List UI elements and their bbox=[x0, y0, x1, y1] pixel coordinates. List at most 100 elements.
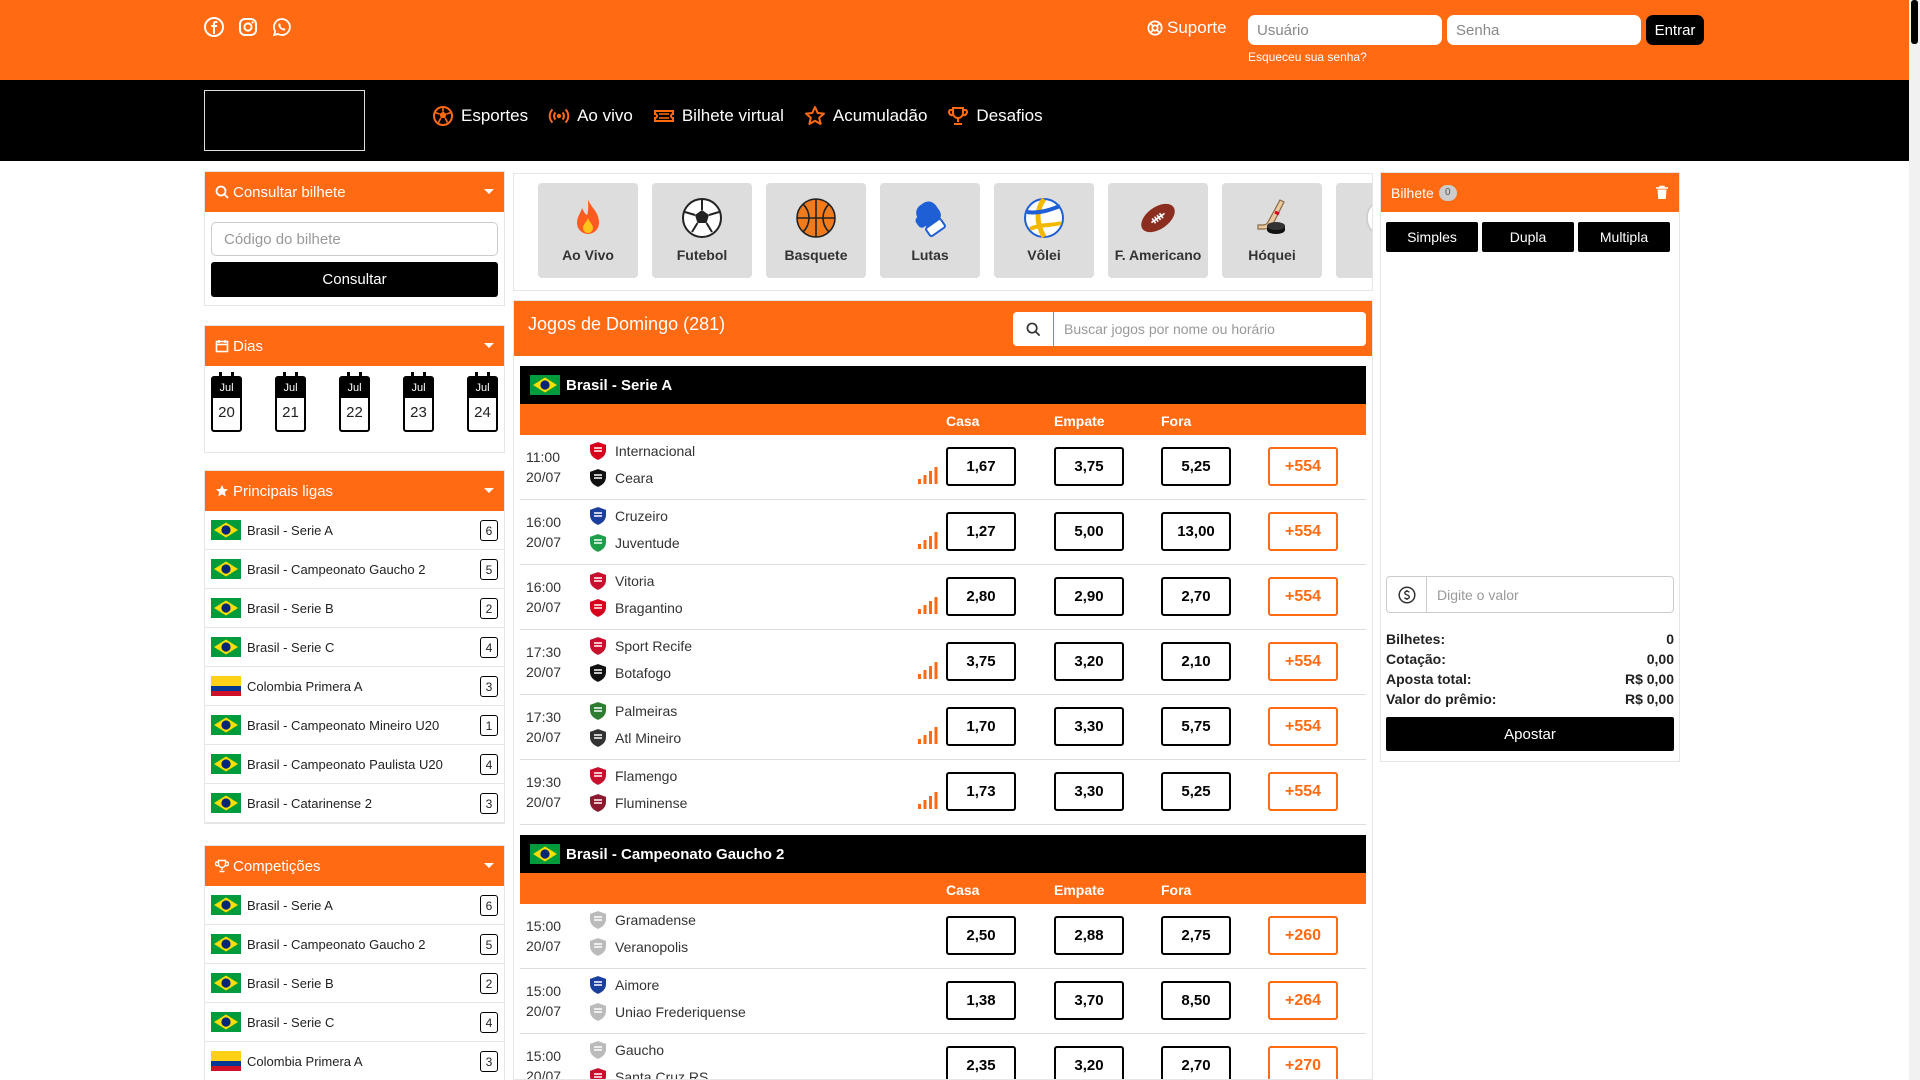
more-markets-button[interactable]: +554 bbox=[1268, 707, 1338, 746]
sport-card-be[interactable]: Be bbox=[1336, 183, 1372, 278]
league-list-item[interactable]: Brasil - Serie C 4 bbox=[205, 628, 504, 667]
nav-item-bilhete-virtual[interactable]: Bilhete virtual bbox=[653, 105, 784, 127]
place-bet-button[interactable]: Apostar bbox=[1386, 717, 1674, 751]
ticket-code-input[interactable]: Código do bilhete bbox=[211, 222, 498, 256]
bet-value-placeholder: Digite o valor bbox=[1437, 586, 1519, 603]
league-list-item[interactable]: Brasil - Serie C 4 bbox=[205, 1003, 504, 1042]
odd-home-button[interactable]: 2,80 bbox=[946, 577, 1016, 616]
support-link[interactable]: Suporte bbox=[1147, 18, 1227, 38]
scrollbar-thumb[interactable] bbox=[1911, 0, 1918, 44]
nav-item-ao-vivo[interactable]: Ao vivo bbox=[548, 105, 633, 127]
odd-away-button[interactable]: 2,70 bbox=[1161, 577, 1231, 616]
sport-card-futebol[interactable]: Futebol bbox=[652, 183, 752, 278]
competitions-header[interactable]: Competições bbox=[205, 846, 504, 886]
day-item[interactable]: Jul 23 bbox=[403, 372, 434, 432]
search-button[interactable] bbox=[1013, 312, 1053, 346]
odd-away-button[interactable]: 5,25 bbox=[1161, 772, 1231, 811]
league-list-item[interactable]: Brasil - Campeonato Mineiro U20 1 bbox=[205, 706, 504, 745]
more-markets-button[interactable]: +270 bbox=[1268, 1046, 1338, 1079]
odd-draw-button[interactable]: 2,90 bbox=[1054, 577, 1124, 616]
odd-home-button[interactable]: 1,73 bbox=[946, 772, 1016, 811]
odd-home-button[interactable]: 3,75 bbox=[946, 642, 1016, 681]
odd-draw-button[interactable]: 3,20 bbox=[1054, 642, 1124, 681]
sport-card-v-lei[interactable]: Vôlei bbox=[994, 183, 1094, 278]
odd-draw-button[interactable]: 3,30 bbox=[1054, 707, 1124, 746]
league-list-item[interactable]: Brasil - Serie B 2 bbox=[205, 589, 504, 628]
page-scrollbar[interactable] bbox=[1909, 0, 1920, 1080]
facebook-icon[interactable] bbox=[204, 17, 224, 37]
forgot-password-link[interactable]: Esqueceu sua senha? bbox=[1248, 50, 1367, 64]
sport-card-h-quei[interactable]: Hóquei bbox=[1222, 183, 1322, 278]
league-list-item[interactable]: Brasil - Serie B 2 bbox=[205, 964, 504, 1003]
odd-home-button[interactable]: 1,38 bbox=[946, 981, 1016, 1020]
odd-home-button[interactable]: 2,50 bbox=[946, 916, 1016, 955]
consult-button[interactable]: Consultar bbox=[211, 262, 498, 297]
more-markets-button[interactable]: +554 bbox=[1268, 642, 1338, 681]
instagram-icon[interactable] bbox=[238, 17, 258, 37]
team-name: Cruzeiro bbox=[615, 508, 668, 524]
odd-away-button[interactable]: 13,00 bbox=[1161, 512, 1231, 551]
odd-draw-button[interactable]: 2,88 bbox=[1054, 916, 1124, 955]
odd-home-button[interactable]: 1,67 bbox=[946, 447, 1016, 486]
sport-card-basquete[interactable]: Basquete bbox=[766, 183, 866, 278]
nav-item-acumuladao[interactable]: Acumuladão bbox=[804, 105, 927, 127]
odd-home-button[interactable]: 1,70 bbox=[946, 707, 1016, 746]
nav-item-esportes[interactable]: Esportes bbox=[432, 105, 528, 127]
day-item[interactable]: Jul 22 bbox=[339, 372, 370, 432]
league-list-item[interactable]: Colombia Primera A 3 bbox=[205, 1042, 504, 1080]
odd-draw-button[interactable]: 5,00 bbox=[1054, 512, 1124, 551]
odd-away-button[interactable]: 2,10 bbox=[1161, 642, 1231, 681]
login-button[interactable]: Entrar bbox=[1646, 15, 1704, 45]
nav-item-desafios[interactable]: Desafios bbox=[947, 105, 1043, 127]
tab-simples[interactable]: Simples bbox=[1386, 222, 1478, 252]
more-markets-button[interactable]: +554 bbox=[1268, 512, 1338, 551]
odd-draw-button[interactable]: 3,30 bbox=[1054, 772, 1124, 811]
odd-away-button[interactable]: 5,25 bbox=[1161, 447, 1231, 486]
league-list-item[interactable]: Brasil - Campeonato Gaucho 2 5 bbox=[205, 550, 504, 589]
league-count-badge: 3 bbox=[480, 1051, 498, 1072]
odd-draw-button[interactable]: 3,70 bbox=[1054, 981, 1124, 1020]
games-search-input[interactable]: Buscar jogos por nome ou horário bbox=[1054, 312, 1366, 346]
more-markets-button[interactable]: +554 bbox=[1268, 577, 1338, 616]
sport-card-f-americano[interactable]: F. Americano bbox=[1108, 183, 1208, 278]
sport-label: Hóquei bbox=[1248, 247, 1296, 263]
odd-away-button[interactable]: 8,50 bbox=[1161, 981, 1231, 1020]
odd-home-button[interactable]: 1,27 bbox=[946, 512, 1016, 551]
odd-away-button[interactable]: 2,70 bbox=[1161, 1046, 1231, 1079]
tab-dupla[interactable]: Dupla bbox=[1482, 222, 1574, 252]
consult-ticket-header[interactable]: Consultar bilhete bbox=[205, 172, 504, 212]
league-list-item[interactable]: Colombia Primera A 3 bbox=[205, 667, 504, 706]
league-list-item[interactable]: Brasil - Catarinense 2 3 bbox=[205, 784, 504, 823]
site-logo[interactable] bbox=[204, 90, 365, 151]
bet-value-input[interactable]: Digite o valor bbox=[1426, 576, 1674, 613]
trash-icon[interactable] bbox=[1655, 185, 1669, 200]
day-item[interactable]: Jul 21 bbox=[275, 372, 306, 432]
odd-home-button[interactable]: 2,35 bbox=[946, 1046, 1016, 1079]
day-item[interactable]: Jul 20 bbox=[211, 372, 242, 432]
sport-card-ao-vivo[interactable]: Ao Vivo bbox=[538, 183, 638, 278]
odd-away-button[interactable]: 5,75 bbox=[1161, 707, 1231, 746]
league-header[interactable]: Brasil - Campeonato Gaucho 2 bbox=[520, 835, 1366, 873]
tab-multipla[interactable]: Multipla bbox=[1578, 222, 1670, 252]
whatsapp-icon[interactable] bbox=[272, 17, 292, 37]
league-list-item[interactable]: Brasil - Serie A 6 bbox=[205, 511, 504, 550]
odd-draw-button[interactable]: 3,75 bbox=[1054, 447, 1124, 486]
odd-draw-button[interactable]: 3,20 bbox=[1054, 1046, 1124, 1079]
more-markets-button[interactable]: +554 bbox=[1268, 447, 1338, 486]
day-item[interactable]: Jul 24 bbox=[467, 372, 498, 432]
sport-card-lutas[interactable]: Lutas bbox=[880, 183, 980, 278]
more-markets-button[interactable]: +260 bbox=[1268, 916, 1338, 955]
username-input[interactable]: Usuário bbox=[1248, 15, 1442, 45]
team-crest-icon bbox=[587, 570, 609, 592]
more-markets-button[interactable]: +554 bbox=[1268, 772, 1338, 811]
league-header[interactable]: Brasil - Serie A bbox=[520, 366, 1366, 404]
league-list-item[interactable]: Brasil - Campeonato Gaucho 2 5 bbox=[205, 925, 504, 964]
more-markets-button[interactable]: +264 bbox=[1268, 981, 1338, 1020]
password-input[interactable]: Senha bbox=[1447, 15, 1641, 45]
odd-away-button[interactable]: 2,75 bbox=[1161, 916, 1231, 955]
main-leagues-header[interactable]: Principais ligas bbox=[205, 471, 504, 511]
league-list-item[interactable]: Brasil - Campeonato Paulista U20 4 bbox=[205, 745, 504, 784]
league-count-badge: 3 bbox=[480, 793, 498, 814]
days-header[interactable]: Dias bbox=[205, 326, 504, 366]
league-list-item[interactable]: Brasil - Serie A 6 bbox=[205, 886, 504, 925]
